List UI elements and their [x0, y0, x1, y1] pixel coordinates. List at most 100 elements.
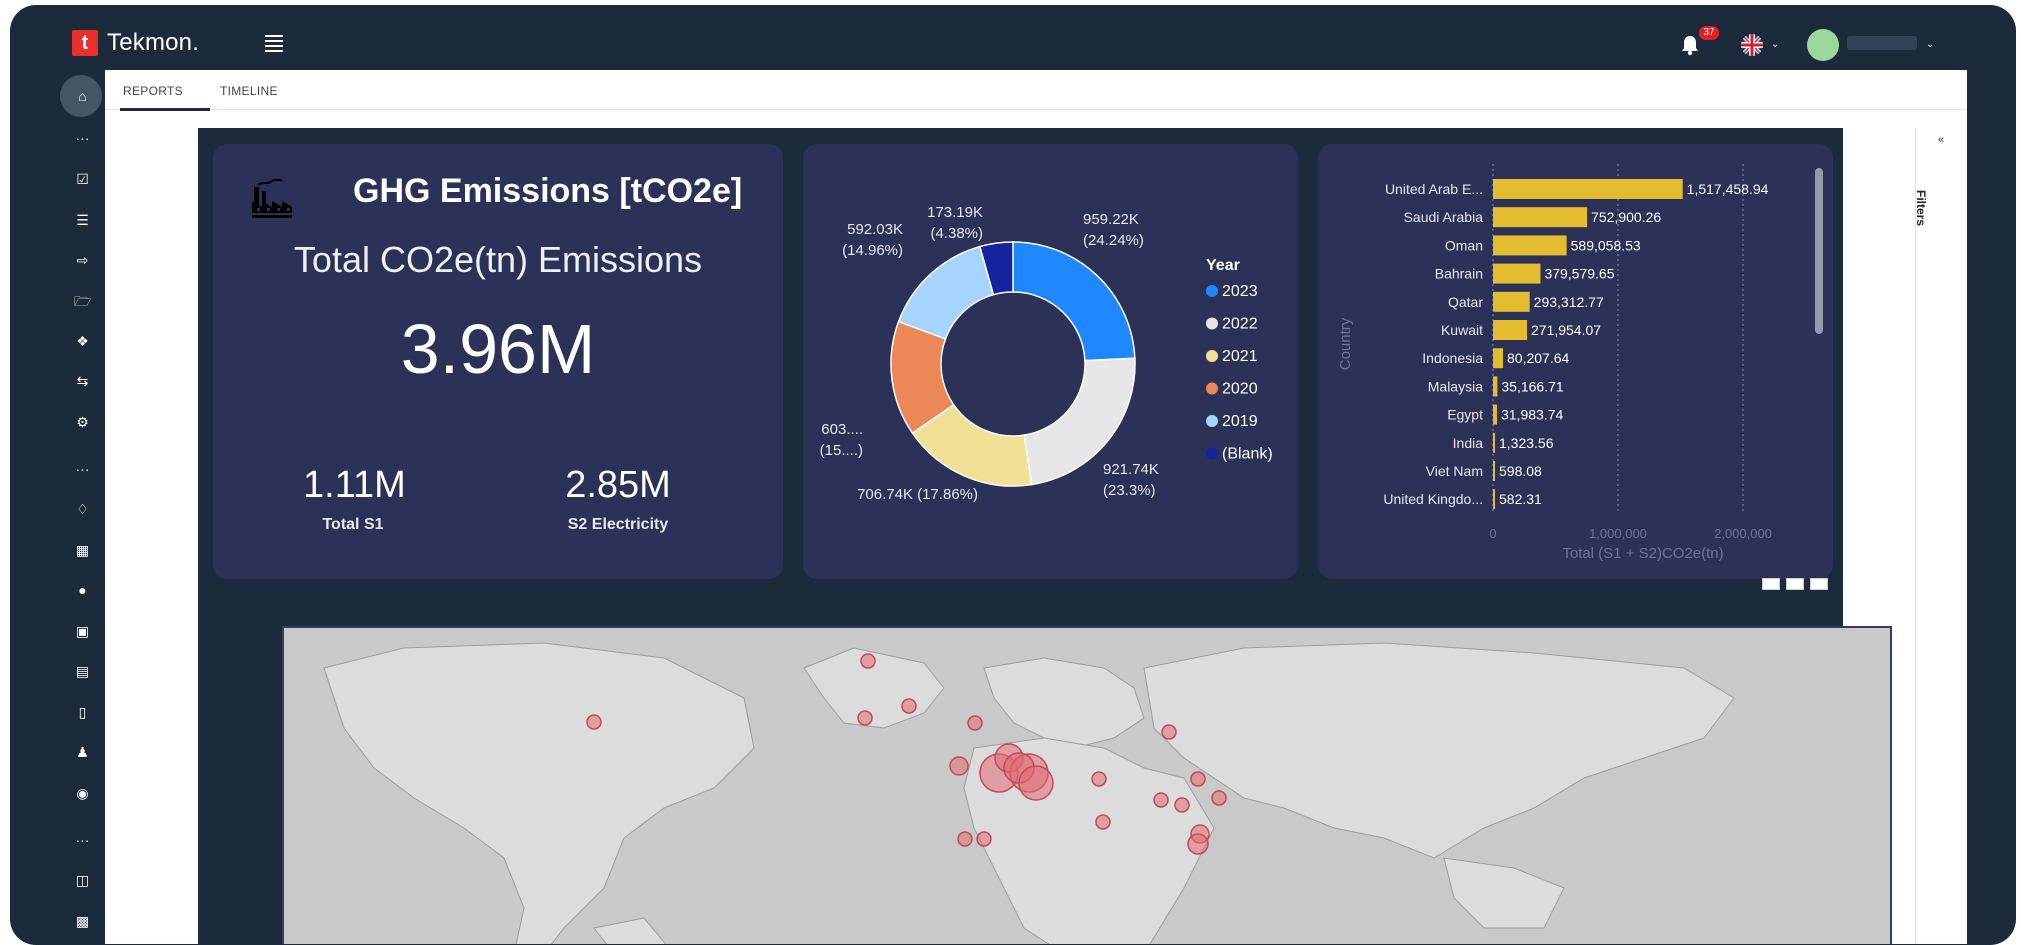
more-icon[interactable]: ···	[60, 456, 105, 482]
filters-label[interactable]: Filters	[1914, 190, 1928, 226]
map-point[interactable]	[1187, 833, 1209, 855]
bar-value-label: 293,312.77	[1534, 294, 1604, 310]
south-america-shape	[593, 917, 667, 944]
s2-label: S2 Electricity	[567, 516, 669, 533]
category-label: Bahrain	[1435, 266, 1483, 282]
scrollbar-thumb	[1815, 168, 1823, 334]
swap-icon[interactable]: ⇆	[60, 368, 105, 394]
europe-shape	[983, 657, 1145, 749]
map-point[interactable]	[860, 653, 876, 669]
tab-reports[interactable]: REPORTS	[123, 84, 183, 98]
legend-marker	[1206, 317, 1218, 330]
building-icon[interactable]: ▣	[60, 618, 105, 644]
map-point[interactable]	[1211, 790, 1227, 806]
donut-data-label: 603....	[821, 421, 863, 438]
kpi-subtitle: Total CO2e(tn) Emissions	[293, 239, 703, 280]
donut-slice	[1012, 241, 1136, 362]
home-icon[interactable]: ⌂	[60, 83, 105, 109]
category-label: Kuwait	[1441, 322, 1483, 338]
donut-data-label: 706.74K (17.86%)	[857, 486, 978, 503]
image-icon[interactable]: ▩	[60, 908, 105, 934]
legend-label: 2022	[1222, 316, 1258, 333]
bar	[1493, 235, 1567, 256]
uk-flag-icon[interactable]	[1741, 34, 1763, 56]
more-options-icon[interactable]	[1810, 578, 1828, 590]
legend-marker	[1206, 350, 1218, 362]
map-point[interactable]	[1091, 771, 1107, 787]
legend-label: 2021	[1222, 348, 1258, 365]
category-label: Viet Nam	[1426, 463, 1483, 479]
bar	[1493, 404, 1497, 425]
menu-icon[interactable]	[265, 35, 283, 52]
list-icon[interactable]: ☰	[60, 207, 105, 233]
more-icon[interactable]: ···	[60, 827, 105, 853]
donut-data-label: 173.19K	[927, 204, 983, 221]
book-icon[interactable]: ▯	[60, 699, 105, 725]
username-redacted[interactable]	[1847, 36, 1917, 50]
donut-slice	[897, 245, 995, 340]
user-chevron-down-icon[interactable]: ⌄	[1926, 39, 1934, 50]
login-icon[interactable]: ⇨	[60, 247, 105, 273]
donut-data-label: 592.03K	[847, 221, 903, 238]
map-point[interactable]	[1153, 792, 1169, 808]
focus-mode-icon[interactable]	[1786, 578, 1804, 590]
cube-icon[interactable]: ❖	[60, 328, 105, 354]
category-label: Qatar	[1448, 294, 1483, 310]
diamond-icon[interactable]: ♢	[60, 496, 105, 522]
donut-data-label-percent: (4.38%)	[930, 225, 983, 242]
emissions-map[interactable]	[282, 626, 1892, 944]
location-icon[interactable]: ●	[60, 577, 105, 603]
country-bar-chart: United Arab E... 1,517,458.94 Saudi Arabia…	[1337, 164, 1823, 562]
asia-shape	[1143, 642, 1735, 859]
map-point[interactable]	[1190, 771, 1206, 787]
map-point[interactable]	[976, 831, 992, 847]
more-icon[interactable]: ···	[60, 125, 105, 151]
map-point[interactable]	[1161, 724, 1177, 740]
map-point[interactable]	[957, 831, 973, 847]
bar-value-label: 379,579.65	[1544, 266, 1614, 282]
kpi-total-value: 3.96M	[400, 310, 596, 388]
x-tick-label: 1,000,000	[1589, 526, 1647, 541]
collapse-filters-icon[interactable]: «	[1938, 134, 1944, 146]
bar	[1493, 489, 1495, 510]
bar-value-label: 589,058.53	[1571, 237, 1641, 253]
package-icon[interactable]: ◉	[60, 780, 105, 806]
map-point[interactable]	[586, 714, 602, 730]
tab-bar: REPORTS TIMELINE	[105, 74, 1967, 110]
map-point[interactable]	[857, 710, 873, 726]
bell-icon[interactable]	[1680, 34, 1700, 56]
category-label: Indonesia	[1422, 350, 1483, 366]
sidebar: ⌂ ··· ☑ ☰ ⇨ 🗁 ❖ ⇆ ⚙ ··· ♢ ▦ ● ▣ ▤ ▯ ♟ ◉ …	[60, 70, 105, 944]
category-label: Saudi Arabia	[1404, 209, 1484, 225]
x-tick-label: 2,000,000	[1714, 526, 1772, 541]
tab-timeline[interactable]: TIMELINE	[220, 84, 278, 98]
avatar[interactable]	[1807, 29, 1839, 61]
map-point[interactable]	[1174, 797, 1190, 813]
world-map	[323, 642, 1735, 944]
gear-icon[interactable]: ⚙	[60, 409, 105, 435]
filters-pane[interactable]: «	[1915, 128, 1967, 944]
grid-icon[interactable]: ▦	[60, 537, 105, 563]
map-point[interactable]	[967, 715, 983, 731]
top-bar: t Tekmon. 37 ⌄ ⌄	[60, 24, 1967, 70]
legend-marker	[1206, 382, 1218, 395]
language-chevron-down-icon[interactable]: ⌄	[1771, 39, 1779, 50]
map-point[interactable]	[1018, 765, 1054, 801]
id-card-icon[interactable]: ◫	[60, 867, 105, 893]
map-point[interactable]	[949, 756, 969, 776]
bar	[1493, 179, 1683, 199]
logo-mark[interactable]: t	[72, 30, 98, 56]
app-name[interactable]: Tekmon.	[107, 29, 199, 57]
filter-visual-icon[interactable]	[1762, 578, 1780, 590]
map-point[interactable]	[1095, 814, 1111, 830]
category-label: United Arab E...	[1385, 181, 1483, 197]
bar-card: United Arab E... 1,517,458.94 Saudi Arabia…	[1318, 144, 1833, 579]
people-icon[interactable]: ♟	[60, 739, 105, 765]
folder-icon[interactable]: 🗁	[60, 288, 105, 314]
donut-data-label-percent: (23.3%)	[1103, 482, 1156, 499]
checklist-icon[interactable]: ☑	[60, 166, 105, 192]
donut-data-label-percent: (15....)	[820, 442, 863, 459]
bar	[1493, 263, 1541, 284]
archive-icon[interactable]: ▤	[60, 658, 105, 684]
map-point[interactable]	[901, 698, 917, 714]
